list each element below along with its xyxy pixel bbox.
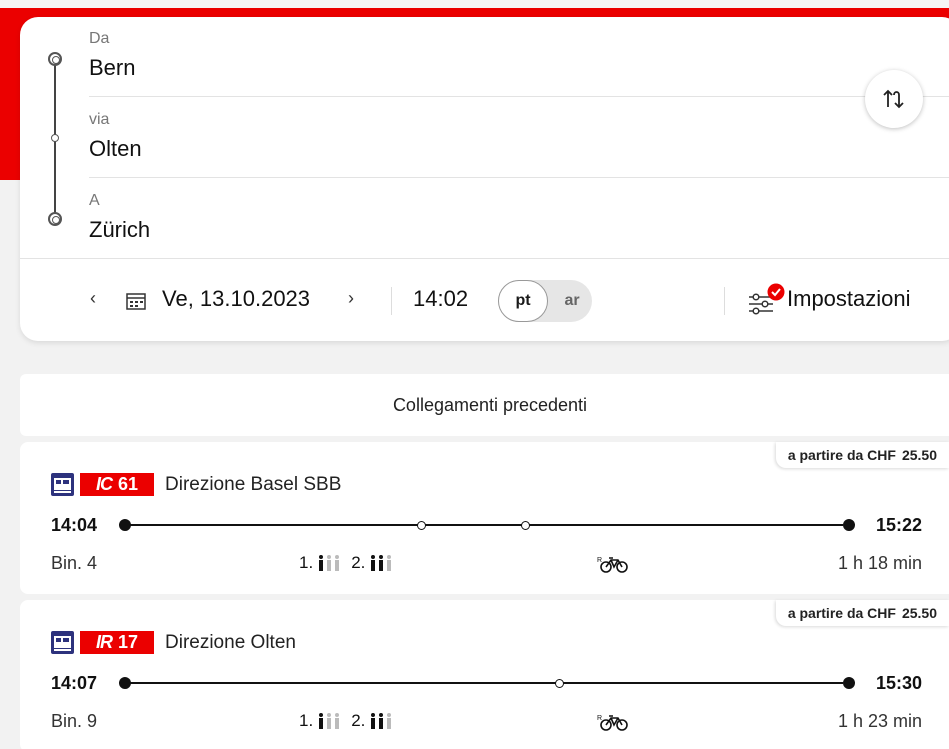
- connection-card[interactable]: a partire da CHF 25.50 IR 17 Direzione O…: [20, 600, 949, 749]
- via-field[interactable]: via Olten: [89, 98, 949, 178]
- direction: Direzione Olten: [165, 632, 296, 653]
- line-number: 61: [117, 474, 139, 494]
- origin-stop-icon: [48, 52, 62, 66]
- train-icon: [51, 473, 74, 496]
- arrival-time: 15:30: [875, 673, 922, 693]
- journey-line: [125, 524, 843, 526]
- to-field[interactable]: A Zürich: [89, 179, 949, 259]
- via-stop-icon: [51, 134, 59, 142]
- duration: 1 h 23 min: [837, 711, 922, 731]
- direction: Direzione Basel SBB: [165, 474, 342, 495]
- departure-time: 14:04: [51, 515, 98, 535]
- arrival-dot: [843, 677, 855, 689]
- arrival-dot: [843, 519, 855, 531]
- second-class-label: 2.: [351, 553, 366, 572]
- train-icon: [51, 631, 74, 654]
- stop-dot: [417, 521, 426, 530]
- departure-time: 14:07: [51, 673, 98, 693]
- to-label: A: [89, 192, 100, 209]
- arrival-time: 15:22: [875, 515, 922, 535]
- previous-day-button[interactable]: ‹: [90, 288, 96, 309]
- journey-line: [125, 682, 843, 684]
- bike-reservation-icon: R: [597, 557, 628, 573]
- line-badge: IC 61: [80, 473, 154, 496]
- platform: Bin. 4: [51, 553, 98, 573]
- search-card: Da Bern via Olten A Zürich ‹ Ve, 13.10.2…: [20, 17, 949, 341]
- occupancy-medium-icon: [371, 713, 392, 729]
- line-badge: IR 17: [80, 631, 154, 654]
- from-field[interactable]: Da Bern: [89, 17, 949, 97]
- svg-text:R: R: [597, 557, 602, 564]
- swap-arrows-icon: [883, 89, 904, 109]
- occupancy-info: 1. 2.: [299, 711, 393, 731]
- duration: 1 h 18 min: [837, 553, 922, 573]
- departure-toggle-option[interactable]: pt: [498, 280, 548, 322]
- price-tag: a partire da CHF 25.50: [775, 442, 949, 468]
- swap-stations-button[interactable]: [865, 70, 923, 128]
- line-number: 17: [117, 632, 139, 652]
- via-label: via: [89, 111, 110, 128]
- stop-dot: [521, 521, 530, 530]
- second-class-label: 2.: [351, 711, 366, 730]
- svg-text:R: R: [597, 715, 602, 722]
- occupancy-low-icon: [319, 713, 340, 729]
- bike-reservation-icon: R: [597, 715, 628, 731]
- product-type: IC: [95, 474, 113, 494]
- first-class-label: 1.: [299, 553, 314, 572]
- calendar-icon[interactable]: [126, 292, 146, 310]
- price-value: 25.50: [901, 605, 937, 621]
- previous-connections-button[interactable]: Collegamenti precedenti: [20, 374, 949, 436]
- price-tag: a partire da CHF 25.50: [775, 600, 949, 626]
- divider: [724, 287, 725, 315]
- settings-sliders-icon[interactable]: [747, 283, 787, 317]
- via-value[interactable]: Olten: [89, 136, 142, 162]
- connection-card[interactable]: a partire da CHF 25.50 IC 61 Direzione B…: [20, 442, 949, 594]
- price-prefix: a partire da CHF: [787, 605, 896, 621]
- date-display[interactable]: Ve, 13.10.2023: [162, 286, 310, 312]
- settings-button[interactable]: Impostazioni: [787, 286, 911, 312]
- divider: [391, 287, 392, 315]
- price-value: 25.50: [901, 447, 937, 463]
- departure-dot: [119, 677, 131, 689]
- occupancy-low-icon: [319, 555, 340, 571]
- destination-stop-icon: [48, 212, 62, 226]
- date-time-row: ‹ Ve, 13.10.2023 › 14:02 pt ar Impostazi…: [20, 258, 949, 341]
- occupancy-info: 1. 2.: [299, 553, 393, 573]
- departure-arrival-toggle[interactable]: pt ar: [498, 280, 592, 322]
- first-class-label: 1.: [299, 711, 314, 730]
- product-type: IR: [95, 632, 113, 652]
- occupancy-medium-icon: [371, 555, 392, 571]
- to-value[interactable]: Zürich: [89, 217, 150, 243]
- from-label: Da: [89, 30, 110, 47]
- price-prefix: a partire da CHF: [787, 447, 896, 463]
- platform: Bin. 9: [51, 711, 98, 731]
- departure-dot: [119, 519, 131, 531]
- next-day-button[interactable]: ›: [348, 288, 354, 309]
- arrival-toggle-option[interactable]: ar: [552, 280, 592, 322]
- from-value[interactable]: Bern: [89, 55, 135, 81]
- stop-dot: [555, 679, 564, 688]
- time-display[interactable]: 14:02: [413, 286, 468, 312]
